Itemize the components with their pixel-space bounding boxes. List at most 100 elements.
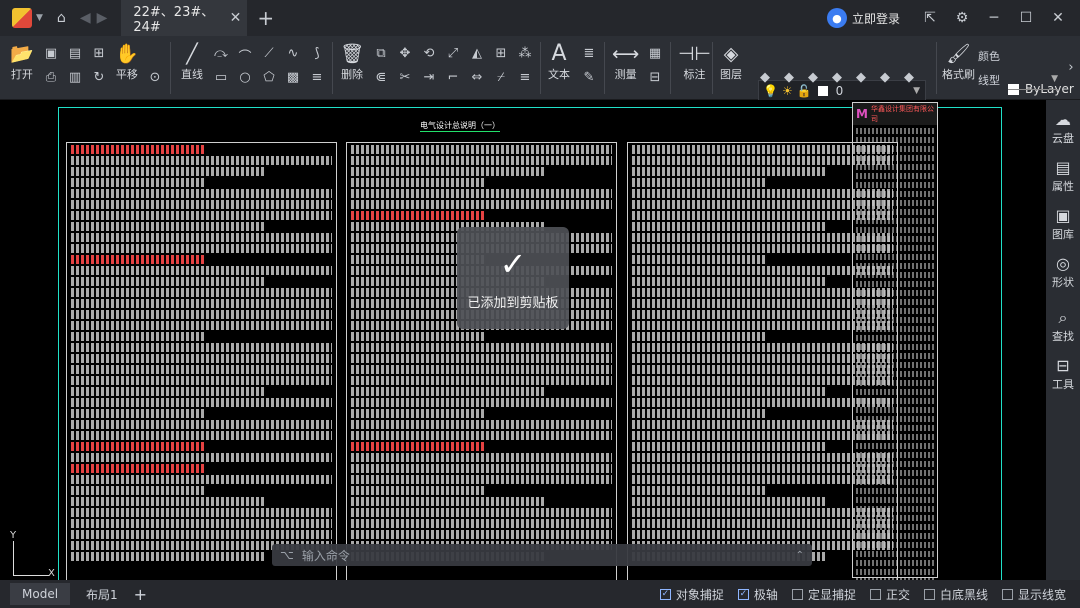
layer-tool-1-icon[interactable]: ◆ — [756, 70, 774, 85]
linetype-select[interactable]: ▼ — [1008, 74, 1058, 90]
distance-icon[interactable]: ⊟ — [646, 70, 664, 85]
delete-button[interactable]: 🗑 删除 — [340, 42, 364, 82]
layer-tool-3-icon[interactable]: ◆ — [804, 70, 822, 85]
polyline-icon[interactable]: ⤼ — [212, 46, 230, 61]
chevron-up-icon[interactable]: ⌃ — [796, 550, 804, 561]
move-icon[interactable]: ✥ — [396, 46, 414, 61]
status-toggle-2[interactable]: 定显捕捉 — [791, 586, 856, 603]
format-brush-button[interactable]: 🖌 格式刷 — [942, 42, 975, 82]
login-link[interactable]: 立即登录 — [852, 10, 900, 27]
stretch-icon[interactable]: ⇔ — [468, 70, 486, 85]
area-icon[interactable]: ▦ — [646, 46, 664, 61]
app-menu-chevron-icon[interactable]: ▼ — [36, 13, 43, 23]
open-button[interactable]: 📂 打开 — [10, 42, 34, 82]
share-icon[interactable]: ⇱ — [914, 10, 946, 26]
rectangle-icon[interactable]: ▭ — [212, 70, 230, 85]
new-tab-button[interactable]: + — [257, 6, 274, 30]
measure-button[interactable]: ⟷ 测量 — [612, 42, 639, 82]
right-panel-cloud[interactable]: ☁ 云盘 — [1046, 110, 1080, 146]
multiline-text-icon[interactable]: ≣ — [580, 46, 598, 61]
add-layout-button[interactable]: + — [134, 585, 147, 604]
user-avatar-icon[interactable]: ● — [826, 8, 847, 28]
polygon-icon[interactable]: ⬠ — [260, 70, 278, 85]
layer-button[interactable]: ◈ 图层 — [720, 42, 742, 82]
print-icon[interactable]: ⎙ — [42, 70, 60, 85]
forward-icon[interactable]: ▶ — [97, 10, 108, 26]
arc-icon[interactable]: ⌒ — [236, 46, 254, 65]
settings-gear-icon[interactable]: ⚙ — [946, 10, 978, 26]
note-line — [351, 145, 612, 154]
hatch-icon[interactable]: ▩ — [284, 70, 302, 85]
close-tab-icon[interactable]: ✕ — [230, 10, 242, 26]
checkbox-icon[interactable] — [869, 588, 881, 600]
layer-tool-2-icon[interactable]: ◆ — [780, 70, 798, 85]
right-panel-gallery[interactable]: ▣ 图库 — [1046, 206, 1080, 242]
right-panel-shapes[interactable]: ◎ 形状 — [1046, 254, 1080, 290]
command-input[interactable]: 输入命令 — [302, 547, 350, 564]
text-button[interactable]: A 文本 — [548, 42, 570, 82]
more-modify-icon[interactable]: ≡ — [516, 70, 534, 85]
rotate-icon[interactable]: ⟲ — [420, 46, 438, 61]
model-tab[interactable]: Model — [10, 583, 71, 605]
pdf-icon[interactable]: ▥ — [66, 70, 84, 85]
save-icon[interactable]: ▣ — [42, 46, 60, 61]
status-toggle-0[interactable]: ✓ 对象捕捉 — [659, 586, 724, 603]
mirror-icon[interactable]: ◭ — [468, 46, 486, 61]
dimension-button[interactable]: ⊣⊢ 标注 — [678, 42, 711, 82]
new-icon[interactable]: ⊞ — [90, 46, 108, 61]
pan-button[interactable]: ✋ 平移 — [115, 42, 139, 82]
trim-icon[interactable]: ✂ — [396, 70, 414, 85]
status-toggle-5[interactable]: 显示线宽 — [1001, 586, 1066, 603]
title-block-line — [856, 299, 934, 305]
status-toggle-1[interactable]: ✓ 极轴 — [737, 586, 778, 603]
save-as-icon[interactable]: ▤ — [66, 46, 84, 61]
drawing-canvas[interactable]: 电气设计总说明（一） M 华鑫设计集团有限公司 Y X — [0, 100, 1046, 580]
home-icon[interactable]: ⌂ — [57, 10, 66, 26]
status-toggle-3[interactable]: 正交 — [869, 586, 910, 603]
layout1-tab[interactable]: 布局1 — [86, 586, 118, 603]
maximize-icon[interactable]: ☐ — [1010, 10, 1042, 26]
ruler-icon: ⟷ — [612, 43, 640, 65]
back-icon[interactable]: ◀ — [80, 10, 91, 26]
ray-icon[interactable]: ⟋ — [260, 46, 278, 61]
copy-icon[interactable]: ⧉ — [372, 46, 390, 61]
command-line[interactable]: ⌥ 输入命令 ⌃ — [272, 544, 812, 566]
checkbox-icon[interactable]: ✓ — [737, 588, 749, 600]
text-a-icon: A — [551, 41, 567, 66]
layer-tool-6-icon[interactable]: ◆ — [876, 70, 894, 85]
checkbox-icon[interactable] — [1001, 588, 1013, 600]
checkbox-icon[interactable] — [923, 588, 935, 600]
close-window-icon[interactable]: ✕ — [1042, 10, 1074, 26]
right-panel-find[interactable]: ⌕ 查找 — [1046, 308, 1080, 344]
layer-tool-5-icon[interactable]: ◆ — [852, 70, 870, 85]
checkbox-icon[interactable] — [791, 588, 803, 600]
more-draw-icon[interactable]: ≡ — [308, 70, 326, 85]
zoom-icon[interactable]: ⊙ — [146, 70, 164, 85]
status-toggle-4[interactable]: 白底黑线 — [923, 586, 988, 603]
minimize-icon[interactable]: ─ — [978, 10, 1010, 26]
fillet-icon[interactable]: ⌐ — [444, 70, 462, 85]
curve-icon[interactable]: ⟆ — [308, 46, 326, 61]
app-logo-icon[interactable] — [12, 8, 32, 28]
right-panel-tools[interactable]: ⊟ 工具 — [1046, 356, 1080, 392]
refresh-icon[interactable]: ↻ — [90, 70, 108, 85]
offset-icon[interactable]: ⋐ — [372, 70, 390, 85]
explode-icon[interactable]: ⁂ — [516, 46, 534, 61]
note-line — [71, 145, 206, 154]
array-icon[interactable]: ⊞ — [492, 46, 510, 61]
drawing-tab[interactable]: 22#、23#、24# ✕ — [121, 0, 248, 36]
scale-icon[interactable]: ⤢ — [444, 46, 462, 61]
layer-tool-4-icon[interactable]: ◆ — [828, 70, 846, 85]
right-panel-properties[interactable]: ▤ 属性 — [1046, 158, 1080, 194]
layer-tool-7-icon[interactable]: ◆ — [900, 70, 918, 85]
line-button[interactable]: ╱ 直线 — [181, 42, 203, 82]
break-icon[interactable]: ⌿ — [492, 70, 510, 85]
extend-icon[interactable]: ⇥ — [420, 70, 438, 85]
spline-icon[interactable]: ∿ — [284, 46, 302, 61]
status-toggle-label: 对象捕捉 — [675, 587, 724, 602]
edit-text-icon[interactable]: ✎ — [580, 70, 598, 85]
layer-color-swatch — [817, 86, 828, 96]
circle-icon[interactable]: ○ — [236, 70, 254, 85]
checkbox-icon[interactable]: ✓ — [659, 588, 671, 600]
ribbon-scroll-icon[interactable]: › — [1062, 60, 1080, 75]
